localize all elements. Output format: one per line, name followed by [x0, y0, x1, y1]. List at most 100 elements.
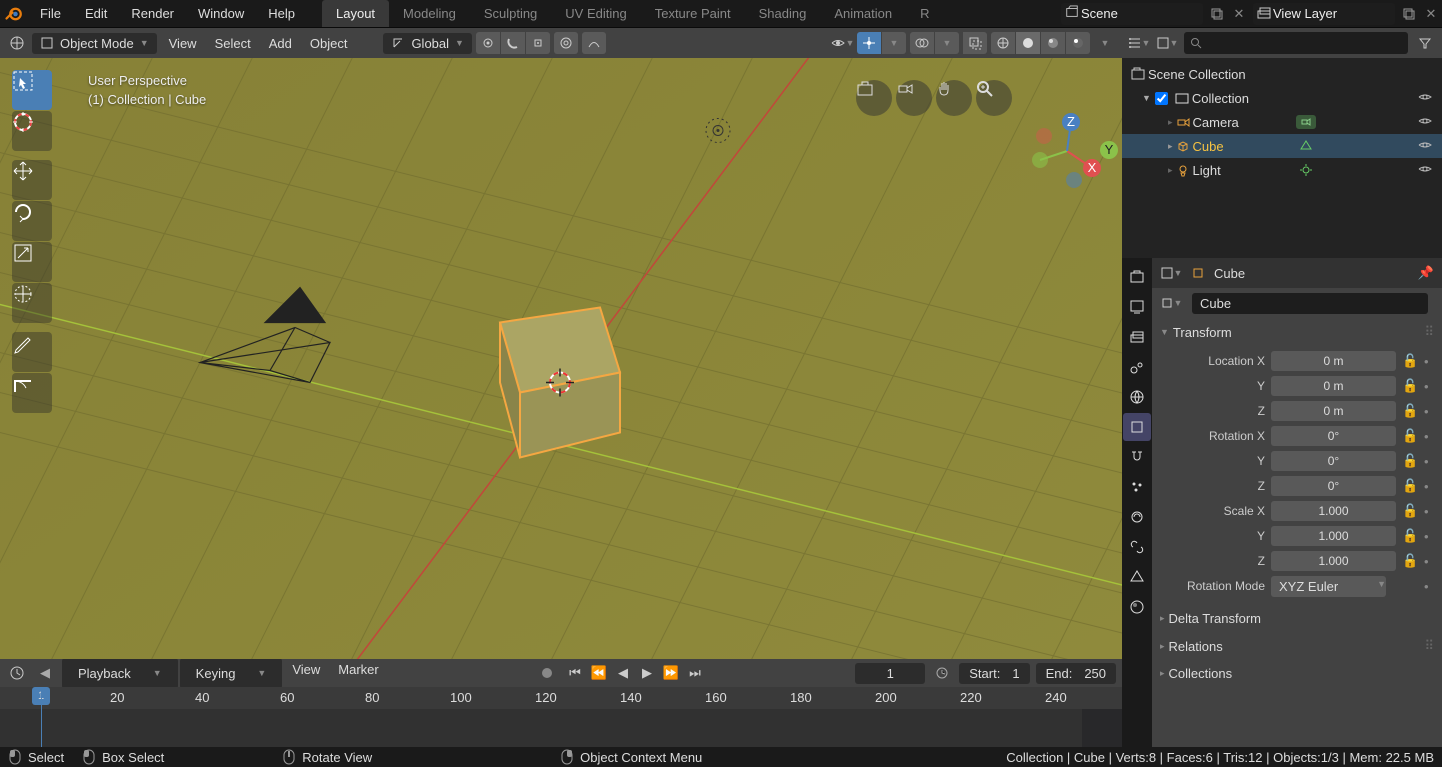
- cube-object[interactable]: [500, 308, 620, 458]
- panel-transform[interactable]: ▼ Transform ⠿: [1152, 318, 1442, 346]
- rotation-x[interactable]: 0°: [1271, 426, 1396, 446]
- view-menu[interactable]: View: [161, 32, 205, 55]
- tab-layout[interactable]: Layout: [322, 0, 389, 27]
- jump-start-icon[interactable]: ⏮: [564, 662, 586, 684]
- drag-icon[interactable]: ⠿: [1424, 324, 1434, 340]
- zoom-view-icon[interactable]: [976, 80, 1012, 116]
- object-name-input[interactable]: Cube: [1192, 293, 1428, 314]
- prop-tab-output[interactable]: [1123, 293, 1151, 321]
- prop-tab-material[interactable]: [1123, 593, 1151, 621]
- outliner-search[interactable]: [1184, 32, 1408, 54]
- rotate-tool[interactable]: [12, 201, 52, 241]
- tree-item-light[interactable]: ▸ Light: [1122, 158, 1442, 182]
- outliner-type-icon[interactable]: ▼: [1128, 32, 1150, 54]
- lock-icon[interactable]: 🔓: [1402, 353, 1418, 369]
- panel-delta-transform[interactable]: ▸Delta Transform: [1152, 605, 1442, 632]
- editor-type-icon[interactable]: [6, 32, 28, 54]
- location-y[interactable]: 0 m: [1271, 376, 1396, 396]
- select-box-tool[interactable]: [12, 70, 52, 110]
- lock-icon[interactable]: 🔓: [1402, 428, 1418, 444]
- pan-view-icon[interactable]: [936, 80, 972, 116]
- object-menu[interactable]: Object: [302, 32, 356, 55]
- playback-menu[interactable]: Playback ▼: [62, 658, 178, 689]
- visibility-icon[interactable]: [1414, 137, 1436, 156]
- lock-icon[interactable]: 🔓: [1402, 553, 1418, 569]
- lock-icon[interactable]: 🔓: [1402, 478, 1418, 494]
- camera-view-icon[interactable]: [856, 80, 892, 116]
- prop-tab-object[interactable]: [1123, 413, 1151, 441]
- disclosure-icon[interactable]: ▼: [1142, 93, 1151, 103]
- snap-icon[interactable]: [501, 32, 525, 54]
- location-x[interactable]: 0 m: [1271, 351, 1396, 371]
- tab-animation[interactable]: Animation: [820, 0, 906, 27]
- start-frame[interactable]: Start:1: [959, 663, 1029, 684]
- panel-collections[interactable]: ▸Collections: [1152, 660, 1442, 687]
- scale-tool[interactable]: [12, 242, 52, 282]
- datablock-icon[interactable]: ▼: [1160, 292, 1182, 314]
- prop-tab-scene[interactable]: [1123, 353, 1151, 381]
- prop-tab-particles[interactable]: [1123, 473, 1151, 501]
- close-viewlayer-icon[interactable]: ✕: [1420, 3, 1442, 25]
- lock-icon[interactable]: 🔓: [1402, 403, 1418, 419]
- tab-shading[interactable]: Shading: [745, 0, 821, 27]
- shading-material-icon[interactable]: [1041, 32, 1065, 54]
- prop-tab-data[interactable]: [1123, 563, 1151, 591]
- camera-data-icon[interactable]: [1296, 115, 1316, 129]
- light-object[interactable]: [706, 119, 730, 143]
- collection-checkbox[interactable]: [1155, 92, 1168, 105]
- shading-rendered-icon[interactable]: [1066, 32, 1090, 54]
- pin-icon[interactable]: 📌: [1418, 265, 1434, 281]
- visibility-icon[interactable]: [1414, 113, 1436, 132]
- snap-to-icon[interactable]: [526, 32, 550, 54]
- scale-x[interactable]: 1.000: [1271, 501, 1396, 521]
- menu-render[interactable]: Render: [119, 0, 186, 27]
- move-tool[interactable]: [12, 160, 52, 200]
- location-z[interactable]: 0 m: [1271, 401, 1396, 421]
- measure-tool[interactable]: [12, 373, 52, 413]
- tree-item-camera[interactable]: ▸ Camera: [1122, 110, 1442, 134]
- scale-z[interactable]: 1.000: [1271, 551, 1396, 571]
- current-frame[interactable]: 1: [855, 663, 925, 684]
- timeline-view-menu[interactable]: View: [284, 658, 328, 689]
- xray-icon[interactable]: [963, 32, 987, 54]
- rotation-z[interactable]: 0°: [1271, 476, 1396, 496]
- light-data-icon[interactable]: [1296, 163, 1316, 177]
- annotate-tool[interactable]: [12, 332, 52, 372]
- navigation-gizmo[interactable]: X Y Z: [1024, 108, 1110, 194]
- shading-options-icon[interactable]: ▼: [1094, 32, 1116, 54]
- keying-menu[interactable]: Keying ▼: [180, 658, 283, 689]
- frame-lock-icon[interactable]: [931, 662, 953, 684]
- keyframe-next-icon[interactable]: ⏩: [660, 662, 682, 684]
- shading-wireframe-icon[interactable]: [991, 32, 1015, 54]
- gizmo-toggle-icon[interactable]: [857, 32, 881, 54]
- jump-end-icon[interactable]: ⏭: [684, 662, 706, 684]
- new-viewlayer-icon[interactable]: [1398, 3, 1420, 25]
- tab-more[interactable]: R: [906, 0, 943, 27]
- play-icon[interactable]: ▶: [636, 662, 658, 684]
- rotation-mode-select[interactable]: XYZ Euler▼: [1271, 576, 1386, 597]
- tab-uv[interactable]: UV Editing: [551, 0, 640, 27]
- viewlayer-name-input[interactable]: [1271, 4, 1391, 23]
- scene-name-input[interactable]: [1079, 4, 1199, 23]
- display-mode-icon[interactable]: ▼: [1156, 32, 1178, 54]
- pivot-icon[interactable]: [476, 32, 500, 54]
- camera-object[interactable]: [200, 288, 330, 383]
- scene-selector[interactable]: [1061, 3, 1203, 25]
- timeline-back-icon[interactable]: ◀: [34, 662, 56, 684]
- lock-icon[interactable]: 🔓: [1402, 453, 1418, 469]
- tree-item-cube[interactable]: ▸ Cube: [1122, 134, 1442, 158]
- proportional-icon[interactable]: [554, 32, 578, 54]
- prop-tab-modifier[interactable]: [1123, 443, 1151, 471]
- overlay-toggle-icon[interactable]: [910, 32, 934, 54]
- transform-tool[interactable]: [12, 283, 52, 323]
- visibility-icon[interactable]: [1414, 89, 1436, 108]
- camera-view-icon[interactable]: [896, 80, 932, 116]
- select-menu[interactable]: Select: [207, 32, 259, 55]
- close-scene-icon[interactable]: ✕: [1228, 3, 1250, 25]
- marker-menu[interactable]: Marker: [330, 658, 386, 689]
- tab-modeling[interactable]: Modeling: [389, 0, 470, 27]
- visibility-icon[interactable]: ▼: [831, 32, 853, 54]
- lock-icon[interactable]: 🔓: [1402, 378, 1418, 394]
- lock-icon[interactable]: 🔓: [1402, 528, 1418, 544]
- rotation-y[interactable]: 0°: [1271, 451, 1396, 471]
